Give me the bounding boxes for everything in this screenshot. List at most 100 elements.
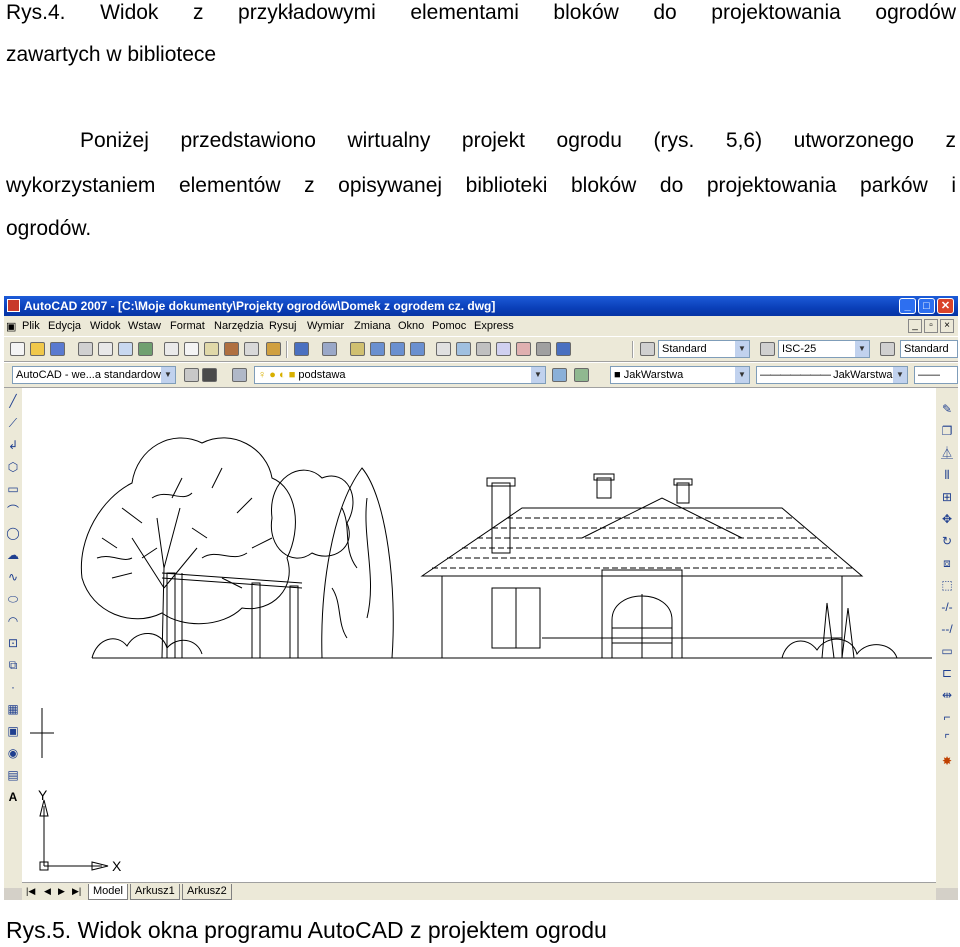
lineweight-select[interactable]: —— [914, 366, 958, 384]
sheet-set-icon[interactable] [496, 342, 511, 356]
trim-icon[interactable]: -/- [940, 600, 954, 614]
gradient-icon[interactable]: ▣ [6, 724, 20, 738]
break-icon[interactable]: ⊏ [940, 666, 954, 680]
circle-icon[interactable]: ◯ [6, 526, 20, 540]
insert-block-icon[interactable]: ⊡ [6, 636, 20, 650]
table-icon[interactable]: ▤ [6, 768, 20, 782]
menu-widok[interactable]: Widok [90, 320, 121, 332]
doc-minimize-button[interactable]: _ [908, 319, 922, 333]
join-icon[interactable]: ⇹ [940, 688, 954, 702]
menu-wymiar[interactable]: Wymiar [307, 320, 344, 332]
layer-select[interactable]: ♀ ● ◐ ■ podstawa ▼ [254, 366, 546, 384]
workspace-select[interactable]: AutoCAD - we...a standardowe ▼ [12, 366, 176, 384]
realtime-pan-icon[interactable] [350, 342, 365, 356]
table-style-icon[interactable] [880, 342, 895, 356]
line-icon[interactable]: ╱ [6, 394, 20, 408]
menu-zmiana[interactable]: Zmiana [354, 320, 391, 332]
dimension-style-select[interactable]: ISC-25 ▼ [778, 340, 870, 358]
extend-icon[interactable]: --/ [940, 622, 954, 636]
ellipse-arc-icon[interactable]: ◠ [6, 614, 20, 628]
last-tab-button[interactable]: ▶| [72, 886, 81, 897]
construction-line-icon[interactable]: ⟋ [6, 416, 20, 430]
zoom-previous-icon[interactable] [410, 342, 425, 356]
tab-arkusz1[interactable]: Arkusz1 [130, 884, 180, 900]
cut-icon[interactable] [164, 342, 179, 356]
maximize-button[interactable]: □ [918, 298, 935, 314]
next-tab-button[interactable]: ▶ [58, 886, 65, 897]
hatch-icon[interactable]: ▦ [6, 702, 20, 716]
menu-express[interactable]: Express [474, 320, 514, 332]
ellipse-icon[interactable]: ⬭ [6, 592, 20, 606]
copy-clip-icon[interactable] [184, 342, 199, 356]
close-button[interactable]: ✕ [937, 298, 954, 314]
region-icon[interactable]: ◉ [6, 746, 20, 760]
layer-previous-icon[interactable] [574, 368, 589, 382]
markup-icon[interactable] [516, 342, 531, 356]
offset-icon[interactable]: ⫴ [940, 468, 954, 482]
menu-plik[interactable]: Plik [22, 320, 40, 332]
first-tab-button[interactable]: |◀ [26, 886, 35, 897]
properties-icon[interactable] [436, 342, 451, 356]
menu-rysuj[interactable]: Rysuj [269, 320, 297, 332]
fillet-icon[interactable]: ⌜ [940, 732, 954, 746]
menu-okno[interactable]: Okno [398, 320, 424, 332]
block-editor-icon[interactable] [244, 342, 259, 356]
design-center-icon[interactable] [456, 342, 471, 356]
menu-wstaw[interactable]: Wstaw [128, 320, 161, 332]
copy-icon[interactable]: ❐ [940, 424, 954, 438]
erase-icon[interactable]: ✎ [940, 402, 954, 416]
drawing-canvas[interactable]: Y X [22, 388, 936, 882]
move-icon[interactable]: ✥ [940, 512, 954, 526]
make-block-icon[interactable]: ⧉ [6, 658, 20, 672]
doc-icon[interactable]: ▣ [6, 320, 16, 333]
table-style-select[interactable]: Standard [900, 340, 958, 358]
undo-icon[interactable] [294, 342, 309, 356]
zoom-window-icon[interactable] [390, 342, 405, 356]
previous-tab-button[interactable]: ◀ [44, 886, 51, 897]
array-icon[interactable]: ⊞ [940, 490, 954, 504]
revision-cloud-icon[interactable]: ☁ [6, 548, 20, 562]
tab-arkusz2[interactable]: Arkusz2 [182, 884, 232, 900]
doc-close-button[interactable]: × [940, 319, 954, 333]
plot-preview-icon[interactable] [98, 342, 113, 356]
redo-icon[interactable] [322, 342, 337, 356]
text-style-icon[interactable] [640, 342, 655, 356]
explode-icon[interactable]: ✸ [940, 754, 954, 768]
open-file-icon[interactable] [30, 342, 45, 356]
doc-restore-button[interactable]: ▫ [924, 319, 938, 333]
save-workspace-icon[interactable] [202, 368, 217, 382]
quickcalc-icon[interactable] [536, 342, 551, 356]
spline-icon[interactable]: ∿ [6, 570, 20, 584]
rectangle-icon[interactable]: ▭ [6, 482, 20, 496]
chamfer-icon[interactable]: ⌐ [940, 710, 954, 724]
arc-icon[interactable]: ⌒ [6, 504, 20, 518]
3d-dwf-icon[interactable] [138, 342, 153, 356]
menu-narzedzia[interactable]: Narzędzia [214, 320, 264, 332]
dimension-style-icon[interactable] [760, 342, 775, 356]
mtext-icon[interactable]: A [6, 790, 20, 804]
make-object-layer-current-icon[interactable] [552, 368, 567, 382]
publish-icon[interactable] [118, 342, 133, 356]
stretch-icon[interactable]: ⬚ [940, 578, 954, 592]
break-at-point-icon[interactable]: ▭ [940, 644, 954, 658]
point-icon[interactable]: · [6, 680, 20, 694]
print-icon[interactable] [78, 342, 93, 356]
rotate-icon[interactable]: ↻ [940, 534, 954, 548]
mirror-icon[interactable]: ⏅ [940, 446, 954, 460]
paste-icon[interactable] [204, 342, 219, 356]
workspace-settings-icon[interactable] [184, 368, 199, 382]
layer-manager-icon[interactable] [232, 368, 247, 382]
tab-model[interactable]: Model [88, 884, 128, 900]
polyline-icon[interactable]: ↲ [6, 438, 20, 452]
tool-palettes-icon[interactable] [476, 342, 491, 356]
save-icon[interactable] [50, 342, 65, 356]
linetype-select[interactable]: ——————— JakWarstwa ▼ [756, 366, 908, 384]
minimize-button[interactable]: _ [899, 298, 916, 314]
menu-edycja[interactable]: Edycja [48, 320, 81, 332]
zoom-realtime-icon[interactable] [370, 342, 385, 356]
text-style-select[interactable]: Standard ▼ [658, 340, 750, 358]
match-properties-icon[interactable] [224, 342, 239, 356]
pan-hand-icon[interactable] [266, 342, 281, 356]
polygon-icon[interactable]: ⬡ [6, 460, 20, 474]
color-select[interactable]: ■ JakWarstwa ▼ [610, 366, 750, 384]
